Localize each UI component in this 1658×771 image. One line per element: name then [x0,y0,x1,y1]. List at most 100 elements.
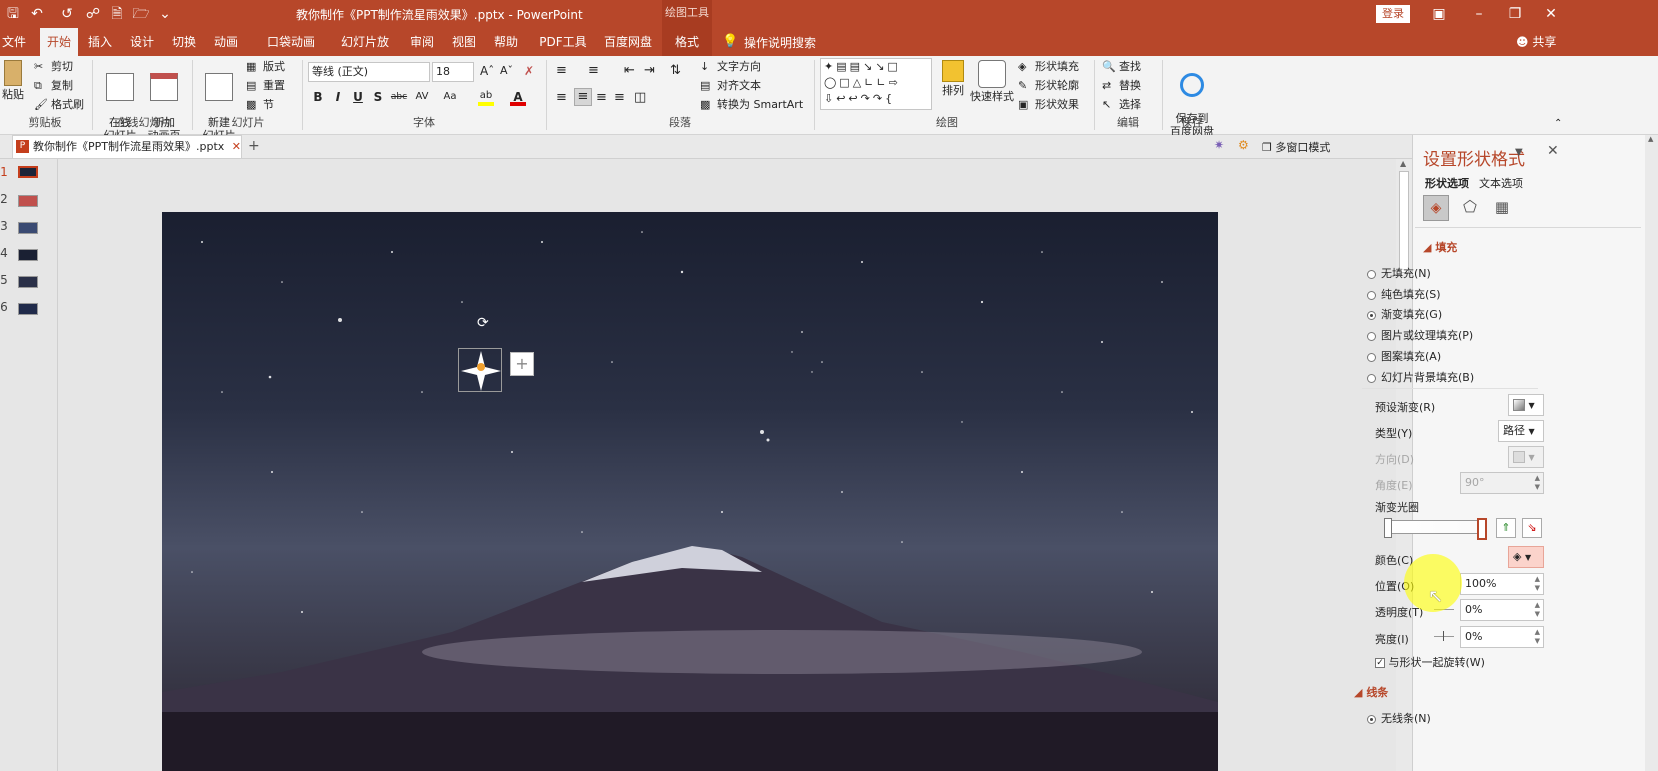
slide-thumbnail[interactable] [18,249,38,261]
radio-no-line[interactable]: 无线条(N) [1367,710,1431,726]
radio-pattern-fill[interactable]: 图案填充(A) [1367,348,1441,364]
text-shadow-button[interactable]: S [370,90,386,104]
document-tab[interactable]: P 教你制作《PPT制作流星雨效果》.pptx ✕ [12,135,242,158]
remove-stop-icon[interactable]: ⇘ [1522,518,1542,538]
decrease-indent-icon[interactable]: ⇤ [624,63,635,78]
pane-scroll-up-icon[interactable]: ▲ [1648,135,1653,143]
slide-thumbnail[interactable] [18,222,38,234]
convert-smartart-button[interactable]: ▩ 转换为 SmartArt [700,96,803,112]
tab-transitions[interactable]: 切换 [168,28,200,56]
pin-icon[interactable]: ✷ [1214,138,1224,152]
italic-button[interactable]: I [330,90,346,104]
cut-button[interactable]: ✂ 剪切 [34,58,73,74]
scroll-thumb[interactable] [1399,171,1409,273]
effects-pentagon-icon[interactable]: ⬠ [1457,195,1483,221]
tab-view[interactable]: 视图 [448,28,480,56]
radio-slide-bg-fill[interactable]: 幻灯片背景填充(B) [1367,369,1474,385]
reset-button[interactable]: ▤ 重置 [246,77,285,93]
save-icon[interactable]: 🖫 [4,5,22,23]
gradient-stop-handle-selected[interactable] [1477,518,1487,540]
align-text-button[interactable]: ▤ 对齐文本 [700,77,761,93]
brightness-slider[interactable] [1434,636,1454,637]
tab-file[interactable]: 文件 [0,28,28,56]
add-stop-icon[interactable]: ⇑ [1496,518,1516,538]
rotate-with-shape-checkbox[interactable]: ✓ 与形状一起旋转(W) [1375,654,1485,670]
slide-thumbnail[interactable] [18,276,38,288]
new-file-icon[interactable]: 🗎 [108,5,126,23]
increase-indent-icon[interactable]: ⇥ [644,63,655,78]
new-tab-icon[interactable]: + [248,138,260,154]
tab-text-options[interactable]: 文本选项 [1479,175,1523,191]
paste-button[interactable]: 粘贴 [2,60,24,101]
brightness-slider-thumb[interactable] [1443,631,1444,641]
brightness-input[interactable]: 0% ▲ ▼ [1460,626,1544,648]
shape-fill-button[interactable]: ◈ 形状填充 [1018,58,1079,74]
fill-section-header[interactable]: ◢ 填充 [1423,239,1457,255]
tell-me-search[interactable]: 操作说明搜索 [744,34,816,51]
font-name-combo[interactable]: 等线 (正文) [308,62,430,82]
tab-insert[interactable]: 插入 [84,28,116,56]
customize-qat-icon[interactable]: ⌄ [156,5,174,23]
arrange-button[interactable]: 排列 [938,60,968,97]
underline-button[interactable]: U [350,90,366,104]
slide[interactable]: ⟳ + [162,212,1218,771]
angle-input[interactable]: 90° ▲ ▼ [1460,472,1544,494]
slide-thumbnail[interactable] [18,166,38,178]
justify-icon[interactable]: ≡ [614,90,625,105]
redo-icon[interactable]: ↺ [58,5,76,23]
type-dropdown[interactable]: 路径 ▼ [1498,420,1544,442]
fill-line-icon[interactable]: ◈ [1423,195,1449,221]
slide-thumbnail[interactable] [18,195,38,207]
shrink-font-icon[interactable]: Aˇ [500,64,513,77]
tab-baidu-netdisk[interactable]: 百度网盘 [602,28,654,56]
replace-button[interactable]: ⇄ 替换 [1102,77,1141,93]
tab-pocket-animation[interactable]: 口袋动画 PA [258,28,324,77]
touch-mode-icon[interactable]: ☍ [84,5,102,23]
color-picker-button[interactable]: ◈ ▼ [1508,546,1544,568]
transparency-input[interactable]: 0% ▲ ▼ [1460,599,1544,621]
radio-solid-fill[interactable]: 纯色填充(S) [1367,286,1441,302]
align-right-icon[interactable]: ≡ [596,90,607,105]
adjust-handle[interactable] [477,363,485,371]
gradient-stop-handle[interactable] [1384,518,1392,538]
undo-icon[interactable]: ↶ [28,5,46,23]
login-button[interactable]: 登录 [1376,5,1410,23]
ribbon-display-icon[interactable]: ▣ [1430,5,1448,23]
shape-effects-button[interactable]: ▣ 形状效果 [1018,96,1079,112]
text-direction-button[interactable]: ↓ 文字方向 [700,58,761,74]
gradient-stops-bar[interactable] [1386,520,1486,534]
grow-font-icon[interactable]: Aˆ [480,64,494,78]
clear-format-icon[interactable]: ✗ [524,64,534,78]
find-button[interactable]: 🔍 查找 [1102,58,1141,74]
line-spacing-icon[interactable]: ⇅ [670,63,681,78]
layout-button[interactable]: ▦ 版式 [246,58,285,74]
font-size-combo[interactable]: 18 [432,62,474,82]
share-button[interactable]: ☻ 共享 [1516,33,1556,50]
radio-no-fill[interactable]: 无填充(N) [1367,265,1431,281]
tab-review[interactable]: 审阅 [406,28,438,56]
tab-animations[interactable]: 动画 [210,28,242,56]
size-properties-icon[interactable]: ▦ [1489,195,1515,221]
preset-gradient-dropdown[interactable]: ▼ [1508,394,1544,416]
line-section-header[interactable]: ◢ 线条 [1354,684,1388,700]
format-painter-button[interactable]: 🖌 格式刷 [34,96,84,112]
selected-shape[interactable]: ⟳ [458,315,502,392]
pane-close-icon[interactable]: ✕ [1547,143,1559,159]
char-spacing-button[interactable]: AV [412,91,432,102]
position-input[interactable]: 100% ▲ ▼ [1460,573,1544,595]
radio-picture-fill[interactable]: 图片或纹理填充(P) [1367,327,1473,343]
tab-pdf-tools[interactable]: PDF工具集 [534,28,592,77]
tab-shape-options[interactable]: 形状选项 [1425,175,1469,191]
collapse-ribbon-icon[interactable]: ⌃ [1554,118,1562,129]
pane-scrollbar[interactable]: ▲ [1645,135,1658,771]
highlight-color-icon[interactable]: ab [478,90,494,106]
layout-options-button[interactable]: + [510,352,534,376]
tab-home[interactable]: 开始 [40,28,78,56]
numbering-icon[interactable]: ≡ [588,63,599,78]
quick-styles-button[interactable]: 快速样式 [970,60,1014,103]
columns-icon[interactable]: ◫ [634,90,646,105]
restore-icon[interactable]: ❐ [1506,5,1524,23]
align-left-icon[interactable]: ≡ [556,90,567,105]
scroll-up-icon[interactable]: ▲ [1400,159,1406,168]
shapes-gallery[interactable]: ✦▤▤↘↘□ ◯□△∟∟⇨ ⇩↩↩↷↷{ [820,58,932,110]
